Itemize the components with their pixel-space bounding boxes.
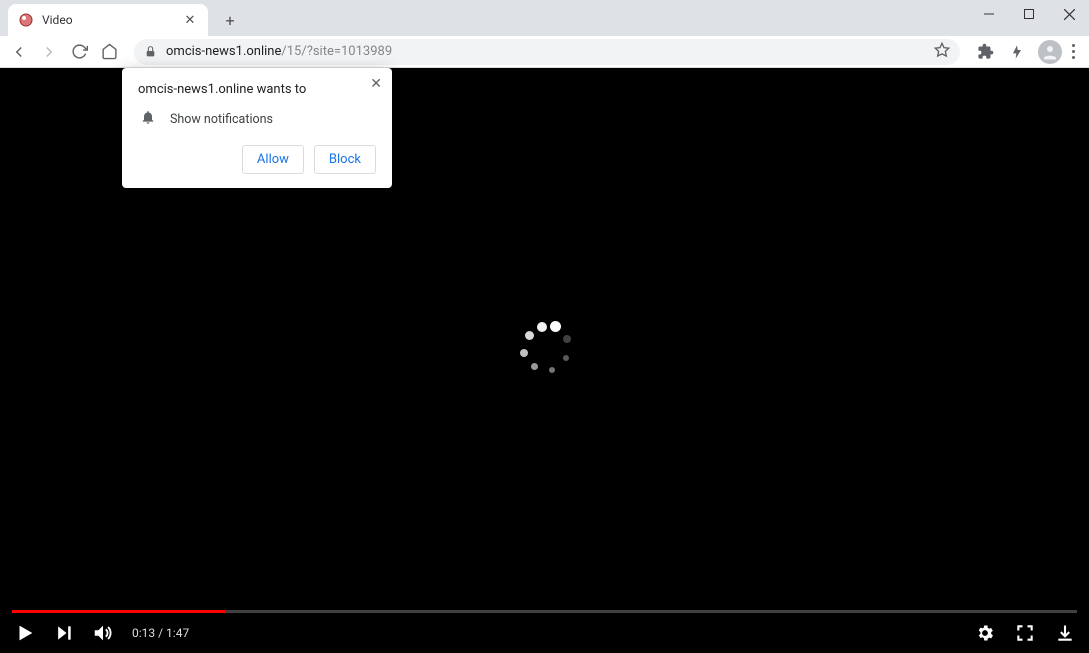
- permission-request-text: Show notifications: [170, 112, 273, 127]
- volume-button[interactable]: [92, 622, 114, 644]
- browser-titlebar: Video ✕ +: [0, 0, 1089, 36]
- next-button[interactable]: [54, 623, 74, 643]
- close-popup-icon[interactable]: ✕: [370, 76, 382, 92]
- chrome-menu-button[interactable]: [1072, 44, 1075, 59]
- tab-favicon-icon: [18, 12, 34, 28]
- home-button[interactable]: [98, 41, 120, 63]
- block-button[interactable]: Block: [314, 145, 376, 174]
- minimize-button[interactable]: [969, 0, 1009, 28]
- extensions-icon[interactable]: [974, 41, 996, 63]
- time-current: 0:13: [132, 626, 155, 640]
- time-separator: /: [155, 626, 166, 640]
- back-button[interactable]: [8, 41, 30, 63]
- browser-tab[interactable]: Video ✕: [8, 4, 208, 36]
- fullscreen-button[interactable]: [1015, 623, 1035, 643]
- maximize-button[interactable]: [1009, 0, 1049, 28]
- url-path-text: /15/?site=1013989: [281, 44, 392, 59]
- settings-gear-icon[interactable]: [975, 623, 995, 643]
- allow-button[interactable]: Allow: [242, 145, 304, 174]
- loading-spinner-icon: [517, 321, 573, 377]
- browser-toolbar: omcis-news1.online/15/?site=1013989: [0, 36, 1089, 68]
- tab-title: Video: [42, 13, 182, 27]
- window-controls: [969, 0, 1089, 30]
- bell-icon: [140, 109, 156, 129]
- new-tab-button[interactable]: +: [216, 6, 244, 34]
- profile-avatar[interactable]: [1038, 40, 1062, 64]
- time-total: 1:47: [166, 626, 189, 640]
- close-tab-icon[interactable]: ✕: [182, 12, 198, 28]
- lock-icon: [144, 45, 158, 59]
- url-domain-text: omcis-news1.online: [166, 44, 281, 59]
- reload-button[interactable]: [68, 41, 90, 63]
- download-button[interactable]: [1055, 623, 1075, 643]
- notification-permission-popup: ✕ omcis-news1.online wants to Show notif…: [122, 68, 392, 188]
- permission-origin-text: omcis-news1.online wants to: [138, 82, 376, 97]
- address-bar[interactable]: omcis-news1.online/15/?site=1013989: [134, 39, 960, 65]
- close-window-button[interactable]: [1049, 0, 1089, 28]
- bookmark-star-icon[interactable]: [934, 42, 950, 62]
- video-time-display: 0:13 / 1:47: [132, 626, 189, 640]
- video-controls: 0:13 / 1:47: [0, 613, 1089, 653]
- notification-icon[interactable]: [1006, 41, 1028, 63]
- play-button[interactable]: [14, 622, 36, 644]
- forward-button[interactable]: [38, 41, 60, 63]
